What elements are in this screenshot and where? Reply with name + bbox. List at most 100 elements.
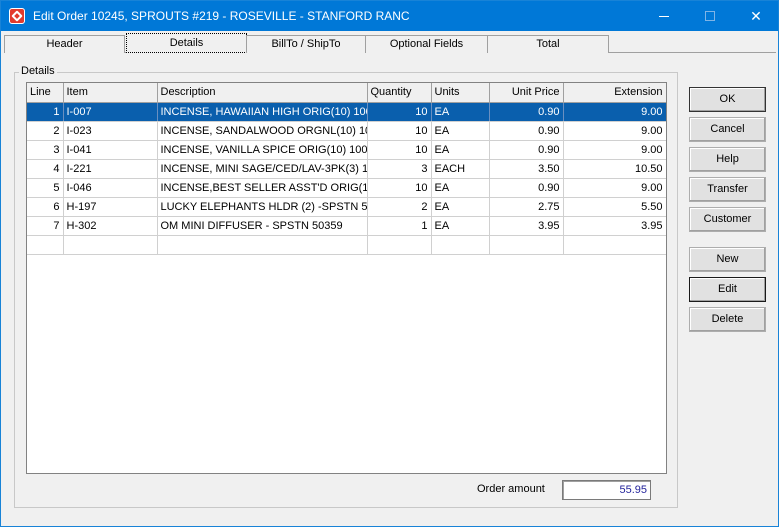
cell-quantity: 1 <box>367 216 432 236</box>
cell-line: 6 <box>27 197 64 217</box>
cell-description: OM MINI DIFFUSER - SPSTN 50359 <box>157 216 368 236</box>
details-group-label: Details <box>19 65 57 77</box>
maximize-button[interactable] <box>687 1 733 31</box>
column-header-extension[interactable]: Extension <box>563 83 666 103</box>
cell-item: I-023 <box>63 121 158 141</box>
cell-empty <box>27 235 64 255</box>
column-header-unit-price[interactable]: Unit Price <box>489 83 564 103</box>
cell-extension: 9.00 <box>563 140 666 160</box>
tab-total[interactable]: Total <box>487 35 609 53</box>
table-header-row: Line Item Description Quantity Units Uni… <box>27 83 666 103</box>
minimize-button[interactable] <box>641 1 687 31</box>
cancel-button[interactable]: Cancel <box>689 117 766 142</box>
cell-unit-price: 3.50 <box>489 159 564 179</box>
close-icon: ✕ <box>750 8 762 24</box>
table-row[interactable]: 6 H-197 LUCKY ELEPHANTS HLDR (2) -SPSTN … <box>27 197 666 217</box>
cell-empty <box>489 235 564 255</box>
cell-description: INCENSE, VANILLA SPICE ORIG(10) 10024 <box>157 140 368 160</box>
cell-description: INCENSE,BEST SELLER ASST'D ORIG(10)10 <box>157 178 368 198</box>
cell-units: EA <box>431 140 490 160</box>
cell-units: EA <box>431 121 490 141</box>
cell-extension: 3.95 <box>563 216 666 236</box>
order-amount-field: 55.95 <box>562 480 651 500</box>
column-header-item[interactable]: Item <box>63 83 158 103</box>
cell-units: EA <box>431 102 490 122</box>
cell-item: I-046 <box>63 178 158 198</box>
cell-line: 7 <box>27 216 64 236</box>
column-header-line[interactable]: Line <box>27 83 64 103</box>
table-row[interactable]: 7 H-302 OM MINI DIFFUSER - SPSTN 50359 1… <box>27 216 666 236</box>
minimize-icon <box>659 16 669 17</box>
ok-button[interactable]: OK <box>689 87 766 112</box>
help-button[interactable]: Help <box>689 147 766 172</box>
cell-unit-price: 3.95 <box>489 216 564 236</box>
cell-line: 4 <box>27 159 64 179</box>
cell-description: INCENSE, MINI SAGE/CED/LAV-3PK(3) 103 <box>157 159 368 179</box>
cell-item: H-302 <box>63 216 158 236</box>
column-header-description[interactable]: Description <box>157 83 368 103</box>
tab-header[interactable]: Header <box>4 35 125 53</box>
cell-description: INCENSE, HAWAIIAN HIGH ORIG(10) 100 <box>157 102 368 122</box>
cell-line: 5 <box>27 178 64 198</box>
edit-order-window: Edit Order 10245, SPROUTS #219 - ROSEVIL… <box>0 0 779 527</box>
tab-details[interactable]: Details <box>126 33 247 53</box>
cell-description: LUCKY ELEPHANTS HLDR (2) -SPSTN 50235 <box>157 197 368 217</box>
cell-line: 1 <box>27 102 64 122</box>
edit-button[interactable]: Edit <box>689 277 766 302</box>
cell-quantity: 10 <box>367 140 432 160</box>
cell-empty <box>563 235 666 255</box>
new-button[interactable]: New <box>689 247 766 272</box>
cell-item: I-007 <box>63 102 158 122</box>
cell-units: EACH <box>431 159 490 179</box>
table-row[interactable]: 3 I-041 INCENSE, VANILLA SPICE ORIG(10) … <box>27 140 666 160</box>
cell-empty <box>431 235 490 255</box>
cell-unit-price: 2.75 <box>489 197 564 217</box>
title-bar[interactable]: Edit Order 10245, SPROUTS #219 - ROSEVIL… <box>1 1 778 31</box>
close-button[interactable]: ✕ <box>733 1 779 31</box>
app-logo-icon <box>9 8 25 24</box>
table-row[interactable]: 4 I-221 INCENSE, MINI SAGE/CED/LAV-3PK(3… <box>27 159 666 179</box>
cell-extension: 9.00 <box>563 121 666 141</box>
transfer-button[interactable]: Transfer <box>689 177 766 202</box>
cell-quantity: 10 <box>367 178 432 198</box>
cell-extension: 5.50 <box>563 197 666 217</box>
cell-extension: 9.00 <box>563 102 666 122</box>
window-title: Edit Order 10245, SPROUTS #219 - ROSEVIL… <box>33 9 410 23</box>
cell-unit-price: 0.90 <box>489 102 564 122</box>
cell-item: I-221 <box>63 159 158 179</box>
cell-item: I-041 <box>63 140 158 160</box>
cell-unit-price: 0.90 <box>489 140 564 160</box>
maximize-icon <box>705 11 715 21</box>
table-row[interactable]: 2 I-023 INCENSE, SANDALWOOD ORGNL(10) 10… <box>27 121 666 141</box>
cell-units: EA <box>431 197 490 217</box>
cell-description: INCENSE, SANDALWOOD ORGNL(10) 100 <box>157 121 368 141</box>
cell-item: H-197 <box>63 197 158 217</box>
order-amount-label: Order amount <box>477 483 545 495</box>
customer-button[interactable]: Customer <box>689 207 766 232</box>
tab-optional-fields[interactable]: Optional Fields <box>365 35 488 53</box>
cell-quantity: 10 <box>367 121 432 141</box>
tab-strip: Header Details BillTo / ShipTo Optional … <box>4 33 609 53</box>
cell-quantity: 3 <box>367 159 432 179</box>
table-row[interactable]: 5 I-046 INCENSE,BEST SELLER ASST'D ORIG(… <box>27 178 666 198</box>
details-grid[interactable]: Line Item Description Quantity Units Uni… <box>26 82 667 474</box>
cell-units: EA <box>431 216 490 236</box>
cell-empty <box>367 235 432 255</box>
table-row-empty[interactable] <box>27 235 666 255</box>
cell-extension: 10.50 <box>563 159 666 179</box>
column-header-quantity[interactable]: Quantity <box>367 83 432 103</box>
cell-quantity: 2 <box>367 197 432 217</box>
cell-line: 3 <box>27 140 64 160</box>
tab-billto-shipto[interactable]: BillTo / ShipTo <box>246 35 366 53</box>
cell-units: EA <box>431 178 490 198</box>
cell-quantity: 10 <box>367 102 432 122</box>
cell-empty <box>157 235 368 255</box>
cell-empty <box>63 235 158 255</box>
column-header-units[interactable]: Units <box>431 83 490 103</box>
cell-extension: 9.00 <box>563 178 666 198</box>
cell-unit-price: 0.90 <box>489 178 564 198</box>
details-table: Line Item Description Quantity Units Uni… <box>27 83 666 255</box>
cell-line: 2 <box>27 121 64 141</box>
delete-button[interactable]: Delete <box>689 307 766 332</box>
table-row[interactable]: 1 I-007 INCENSE, HAWAIIAN HIGH ORIG(10) … <box>27 102 666 122</box>
